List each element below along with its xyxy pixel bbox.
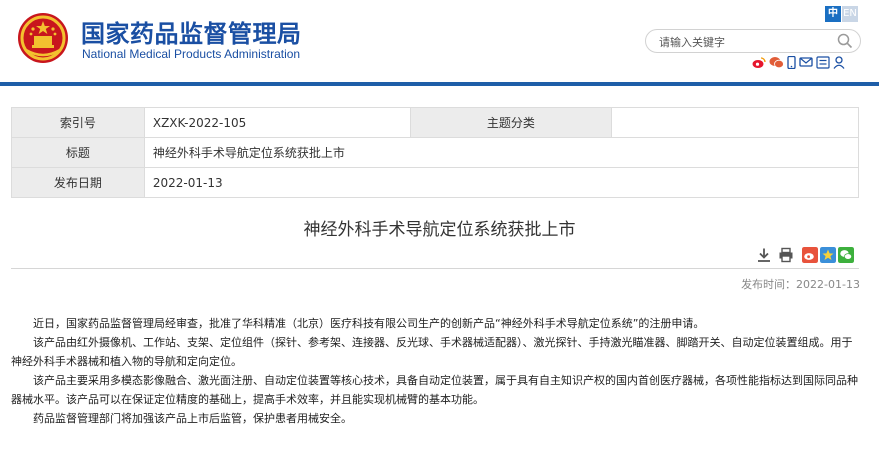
article-title: 神经外科手术导航定位系统获批上市 <box>303 220 576 240</box>
article-paragraph: 药品监督管理部门将加强该产品上市后监管，保护患者用械安全。 <box>33 412 352 425</box>
article-paragraph: 该产品主要采用多模态影像融合、激光面注册、自动定位装置等核心技术，具备自动定位装… <box>11 374 858 406</box>
star-share-icon[interactable] <box>820 247 836 263</box>
download-icon[interactable] <box>756 247 772 263</box>
document-info-table: 索引号 XZXK-2022-105 主题分类 标题 神经外科手术导航定位系统获批… <box>11 107 860 198</box>
search-input[interactable]: 请输入关键字 <box>645 29 861 53</box>
national-emblem-logo[interactable] <box>17 12 69 64</box>
accessibility-icon[interactable] <box>816 56 830 69</box>
lang-en-button[interactable]: EN <box>842 6 858 22</box>
article-body: 近日，国家药品监督管理局经审查，批准了华科精准（北京）医疗科技有限公司生产的创新… <box>11 314 863 428</box>
article-paragraph: 该产品由红外摄像机、工作站、支架、定位组件（探针、参考架、连接器、反光球、手术器… <box>11 336 853 368</box>
table-row: 索引号 XZXK-2022-105 主题分类 <box>11 107 859 138</box>
site-title-en: National Medical Products Administration <box>82 47 301 61</box>
language-switcher: 中 EN <box>825 6 858 22</box>
wechat-icon[interactable] <box>769 56 784 69</box>
title-label: 标题 <box>11 137 145 168</box>
message-icon[interactable] <box>799 56 813 69</box>
mobile-icon[interactable] <box>787 56 796 69</box>
topic-category-label: 主题分类 <box>409 107 613 138</box>
site-title-cn[interactable]: 国家药品监督管理局 <box>81 14 302 49</box>
search-placeholder: 请输入关键字 <box>659 36 725 49</box>
topic-category-value <box>611 107 859 138</box>
social-links <box>752 56 845 69</box>
weibo-icon[interactable] <box>752 56 766 69</box>
wechat-share-icon[interactable] <box>838 247 854 263</box>
article-divider <box>11 268 859 269</box>
lang-cn-button[interactable]: 中 <box>825 6 841 22</box>
table-row: 标题 神经外科手术导航定位系统获批上市 <box>11 137 860 168</box>
search-icon[interactable] <box>837 33 853 49</box>
print-icon[interactable] <box>778 247 794 263</box>
publish-time: 发布时间：2022-01-13 <box>741 278 860 291</box>
user-icon[interactable] <box>833 56 845 69</box>
site-header: 国家药品监督管理局 National Medical Products Admi… <box>0 0 879 82</box>
index-number-label: 索引号 <box>11 107 145 138</box>
article-paragraph: 近日，国家药品监督管理局经审查，批准了华科精准（北京）医疗科技有限公司生产的创新… <box>33 317 705 330</box>
index-number-value: XZXK-2022-105 <box>143 107 411 138</box>
article-tools <box>756 247 856 263</box>
table-row: 发布日期 2022-01-13 <box>11 167 860 198</box>
publish-date-label: 发布日期 <box>11 167 145 198</box>
weibo-share-icon[interactable] <box>802 247 818 263</box>
publish-date-value: 2022-01-13 <box>143 167 860 198</box>
title-value: 神经外科手术导航定位系统获批上市 <box>143 137 860 168</box>
header-divider-bar <box>0 82 879 86</box>
